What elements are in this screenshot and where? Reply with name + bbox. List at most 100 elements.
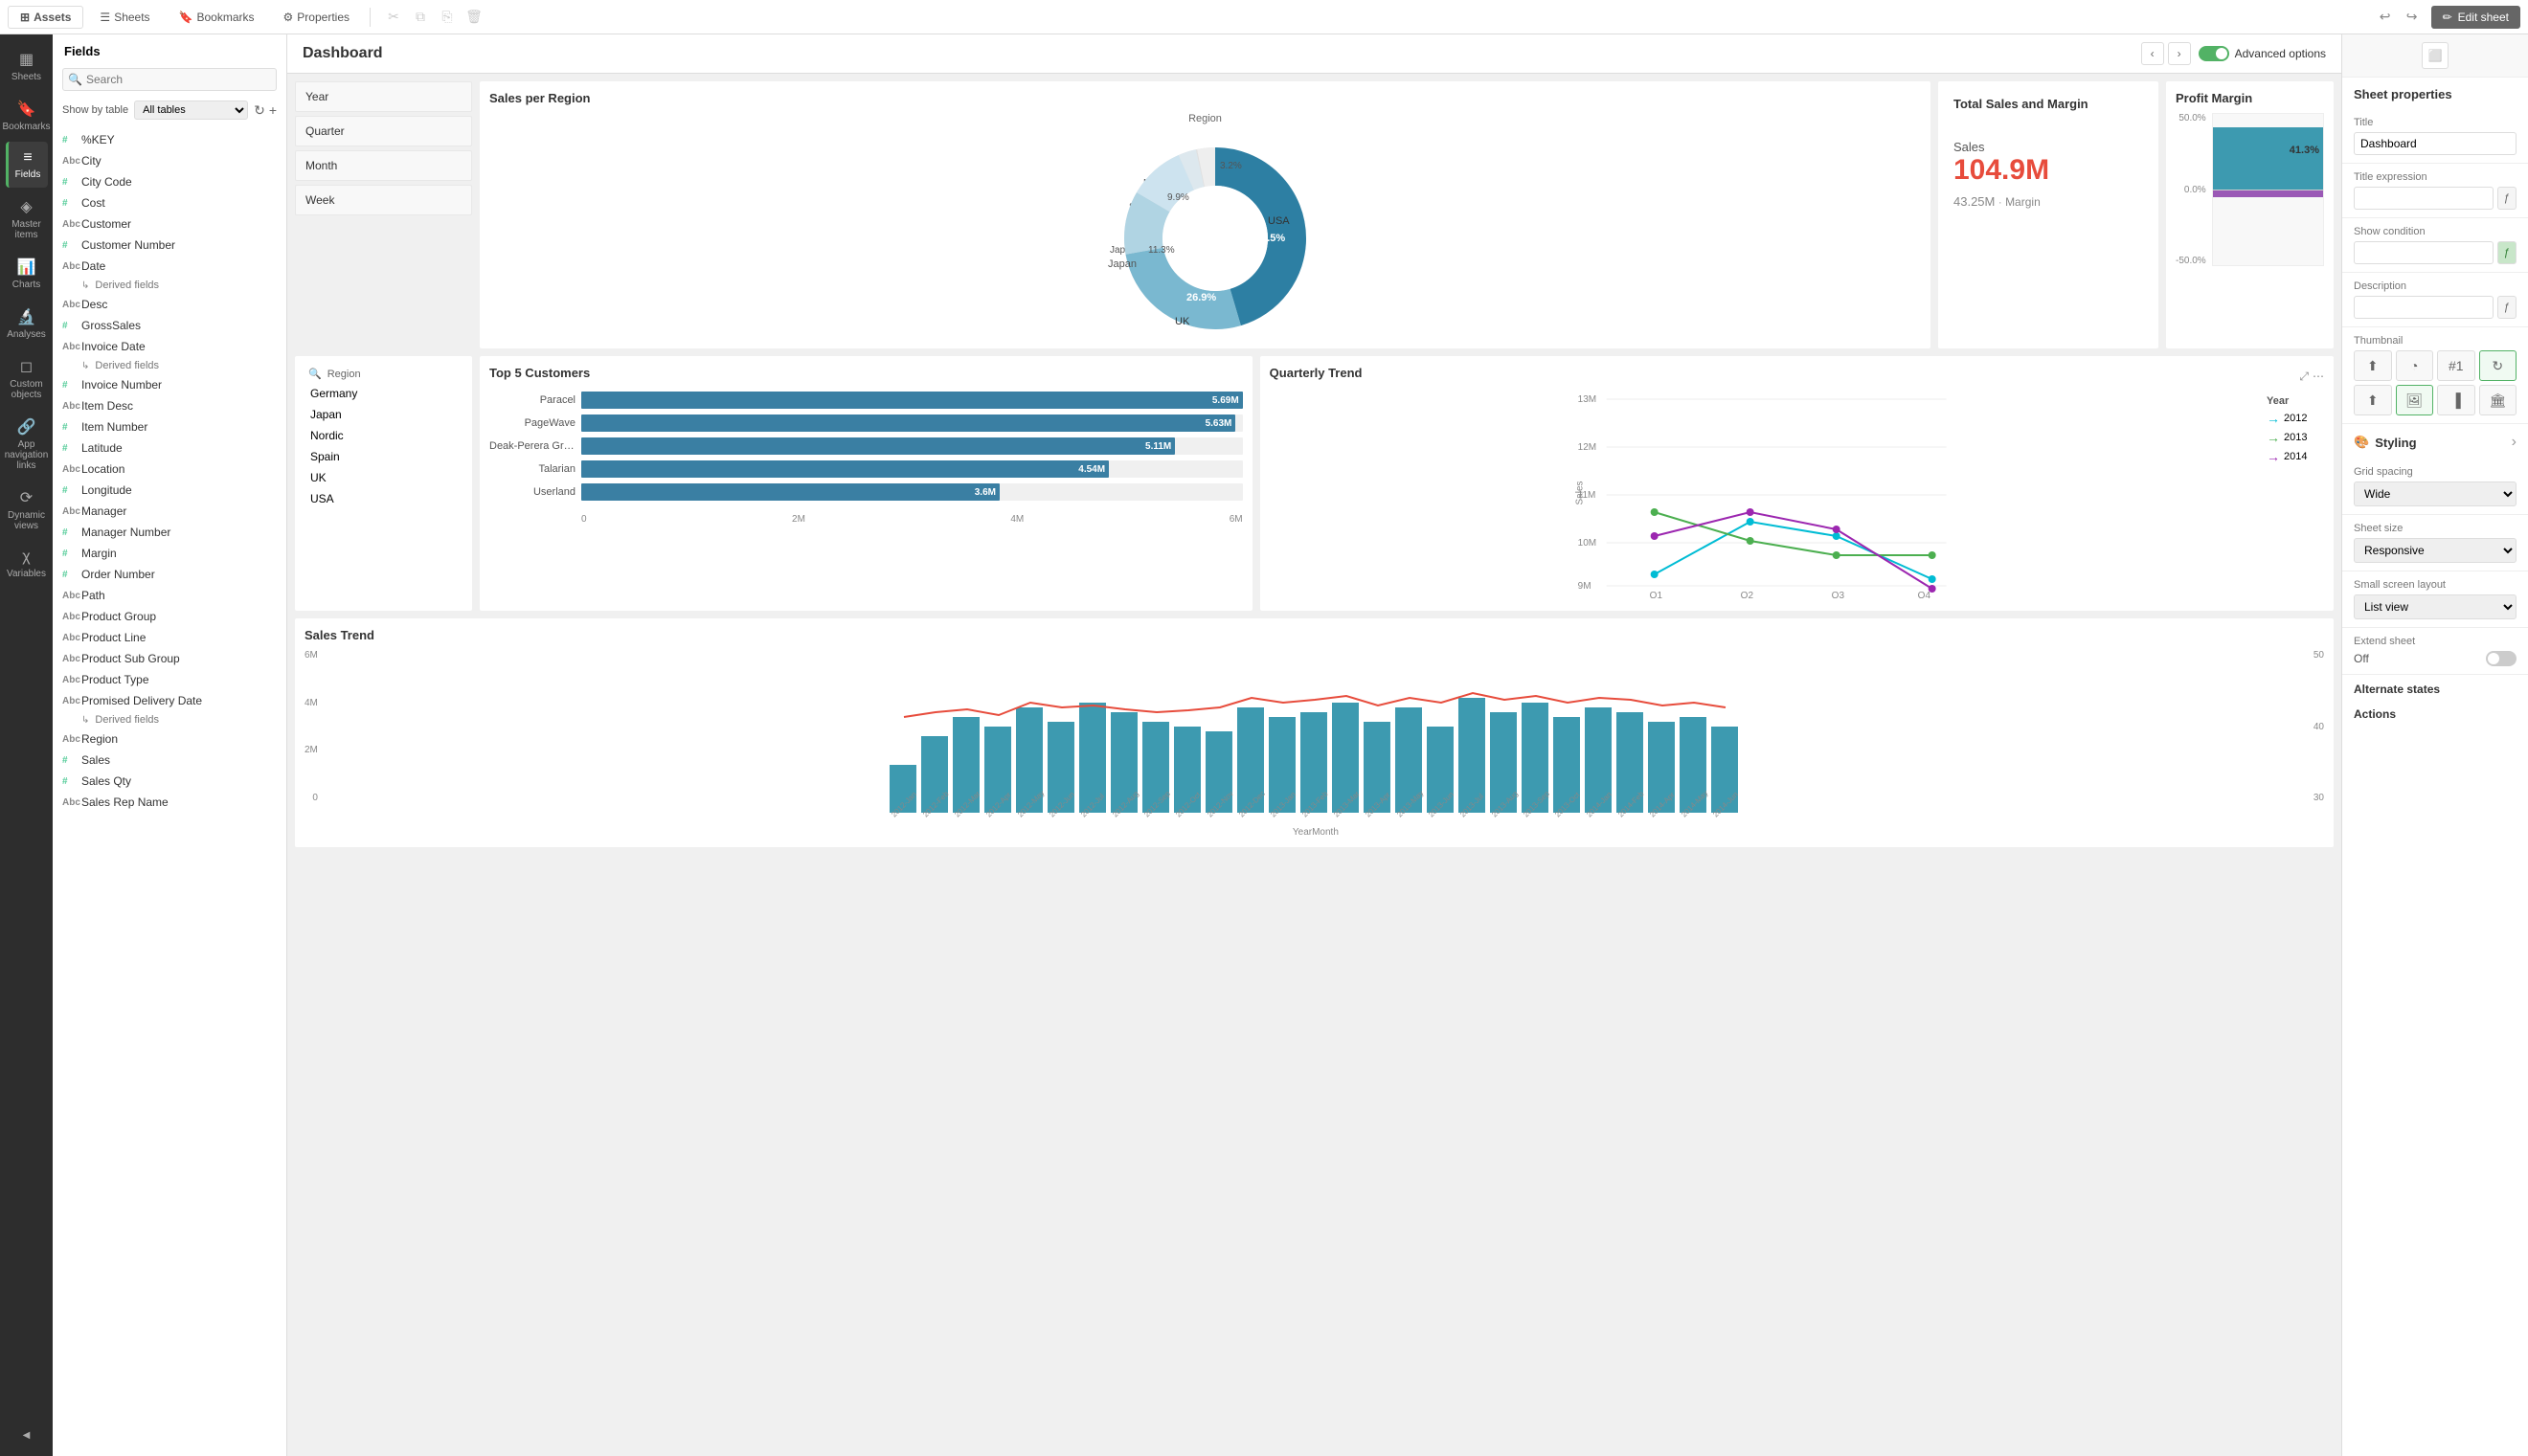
- derived-fields-item[interactable]: ↳Derived fields: [53, 277, 286, 294]
- sidebar-item-master-items[interactable]: ◈ Master items: [6, 190, 48, 248]
- thumbnail-bar[interactable]: ▐: [2437, 385, 2475, 415]
- props-description-input[interactable]: [2354, 296, 2494, 319]
- props-show-condition-input[interactable]: [2354, 241, 2494, 264]
- filter-quarter[interactable]: Quarter: [295, 116, 472, 146]
- field-item[interactable]: #City Code: [53, 171, 286, 192]
- region-nordic[interactable]: Nordic: [303, 426, 464, 445]
- sidebar-item-charts[interactable]: 📊 Charts: [6, 250, 48, 298]
- sidebar-item-app-nav[interactable]: 🔗 App navigation links: [6, 410, 48, 479]
- props-title-input[interactable]: [2354, 132, 2517, 155]
- paste-button[interactable]: ⎘: [436, 6, 459, 29]
- derived-fields-item[interactable]: ↳Derived fields: [53, 357, 286, 374]
- thumbnail-building[interactable]: 🏛: [2479, 385, 2517, 415]
- field-item[interactable]: AbcCustomer: [53, 213, 286, 235]
- props-sheet-size-select[interactable]: Responsive Fixed: [2354, 538, 2517, 563]
- field-item[interactable]: #Manager Number: [53, 522, 286, 543]
- sidebar-item-sheets[interactable]: ▦ Sheets: [6, 42, 48, 90]
- region-uk[interactable]: UK: [303, 468, 464, 487]
- sidebar-item-bookmarks[interactable]: 🔖 Bookmarks: [6, 92, 48, 140]
- sidebar-item-analyses[interactable]: 🔬 Analyses: [6, 300, 48, 347]
- field-item[interactable]: AbcProduct Line: [53, 627, 286, 648]
- field-item[interactable]: AbcProduct Type: [53, 669, 286, 690]
- field-item[interactable]: AbcSales Rep Name: [53, 792, 286, 813]
- region-spain[interactable]: Spain: [303, 447, 464, 466]
- sidebar-item-fields[interactable]: ≡ Fields: [6, 142, 48, 188]
- thumbnail-export2[interactable]: ⬆: [2354, 385, 2392, 415]
- region-germany[interactable]: Germany: [303, 384, 464, 403]
- field-item[interactable]: #Sales: [53, 750, 286, 771]
- sidebar-item-variables[interactable]: χ Variables: [6, 541, 48, 587]
- region-usa[interactable]: USA: [303, 489, 464, 508]
- sidebar-collapse-button[interactable]: ◀: [6, 1422, 48, 1448]
- sidebar-item-custom-objects[interactable]: ◻ Custom objects: [6, 349, 48, 408]
- tab-properties[interactable]: ⚙ Properties: [271, 6, 362, 29]
- prev-button[interactable]: ‹: [2141, 42, 2164, 65]
- tab-bookmarks[interactable]: 🔖 Bookmarks: [167, 6, 267, 29]
- more-icon[interactable]: ⋯: [2313, 370, 2324, 384]
- field-item[interactable]: AbcItem Desc: [53, 395, 286, 416]
- field-item[interactable]: AbcPath: [53, 585, 286, 606]
- redo-button[interactable]: ↪: [2401, 6, 2424, 29]
- derived-fields-item[interactable]: ↳Derived fields: [53, 711, 286, 728]
- svg-text:Q1: Q1: [1649, 591, 1662, 598]
- field-item[interactable]: #Longitude: [53, 480, 286, 501]
- edit-sheet-button[interactable]: ✏ Edit sheet: [2431, 6, 2520, 29]
- thumbnail-image[interactable]: 🖼: [2396, 385, 2434, 415]
- field-item[interactable]: AbcCity: [53, 150, 286, 171]
- field-item[interactable]: AbcProduct Group: [53, 606, 286, 627]
- props-show-condition-button[interactable]: ƒ: [2497, 241, 2517, 264]
- props-small-screen-select[interactable]: List view Grid view: [2354, 594, 2517, 619]
- copy-button[interactable]: ⧉: [409, 6, 432, 29]
- sidebar-item-dynamic-views[interactable]: ⟳ Dynamic views: [6, 481, 48, 539]
- field-item[interactable]: #Margin: [53, 543, 286, 564]
- filter-year[interactable]: Year: [295, 81, 472, 112]
- field-item[interactable]: #Latitude: [53, 437, 286, 459]
- field-item[interactable]: #Order Number: [53, 564, 286, 585]
- legend-2012-icon: →: [2267, 411, 2280, 426]
- props-thumbnail-label: Thumbnail: [2354, 335, 2517, 347]
- props-title-expr-input[interactable]: [2354, 187, 2494, 210]
- styling-section-header[interactable]: 🎨 Styling ›: [2342, 424, 2528, 459]
- field-item[interactable]: #GrossSales: [53, 315, 286, 336]
- field-item[interactable]: AbcRegion: [53, 728, 286, 750]
- bar-fill: 5.11M: [581, 437, 1175, 455]
- thumbnail-hash[interactable]: #1: [2437, 350, 2475, 381]
- props-title-expr-button[interactable]: ƒ: [2497, 187, 2517, 210]
- filter-month[interactable]: Month: [295, 150, 472, 181]
- thumbnail-pie[interactable]: ◔: [2396, 350, 2434, 381]
- advanced-options-toggle[interactable]: [2199, 46, 2229, 61]
- refresh-icon[interactable]: ↻: [254, 102, 265, 119]
- panel-view-icon[interactable]: ⬜: [2422, 42, 2449, 69]
- field-item[interactable]: AbcPromised Delivery Date: [53, 690, 286, 711]
- field-item[interactable]: AbcProduct Sub Group: [53, 648, 286, 669]
- next-button[interactable]: ›: [2168, 42, 2191, 65]
- field-item[interactable]: AbcInvoice Date: [53, 336, 286, 357]
- filter-week[interactable]: Week: [295, 185, 472, 215]
- tab-sheets[interactable]: ☰ Sheets: [87, 6, 162, 29]
- field-item[interactable]: AbcDesc: [53, 294, 286, 315]
- cut-button[interactable]: ✂: [382, 6, 405, 29]
- field-item[interactable]: AbcManager: [53, 501, 286, 522]
- tab-assets[interactable]: ⊞ Assets: [8, 6, 83, 29]
- props-grid-spacing-select[interactable]: Wide Narrow None: [2354, 482, 2517, 506]
- field-item[interactable]: #%KEY: [53, 129, 286, 150]
- region-japan[interactable]: Japan: [303, 405, 464, 424]
- expand-icon[interactable]: ⤢: [2299, 370, 2309, 384]
- field-item[interactable]: #Sales Qty: [53, 771, 286, 792]
- props-title-expr-wrap: ƒ: [2354, 187, 2517, 210]
- thumbnail-refresh[interactable]: ↻: [2479, 350, 2517, 381]
- field-item[interactable]: AbcLocation: [53, 459, 286, 480]
- field-item[interactable]: #Invoice Number: [53, 374, 286, 395]
- thumbnail-export[interactable]: ⬆: [2354, 350, 2392, 381]
- extend-sheet-toggle[interactable]: [2486, 651, 2517, 666]
- add-icon[interactable]: +: [269, 102, 277, 119]
- props-description-button[interactable]: ƒ: [2497, 296, 2517, 319]
- delete-button[interactable]: 🗑: [463, 6, 485, 29]
- field-item[interactable]: #Cost: [53, 192, 286, 213]
- field-item[interactable]: #Item Number: [53, 416, 286, 437]
- field-item[interactable]: AbcDate: [53, 256, 286, 277]
- field-item[interactable]: #Customer Number: [53, 235, 286, 256]
- search-input[interactable]: [62, 68, 277, 91]
- table-select[interactable]: All tables: [134, 101, 248, 120]
- undo-button[interactable]: ↩: [2374, 6, 2397, 29]
